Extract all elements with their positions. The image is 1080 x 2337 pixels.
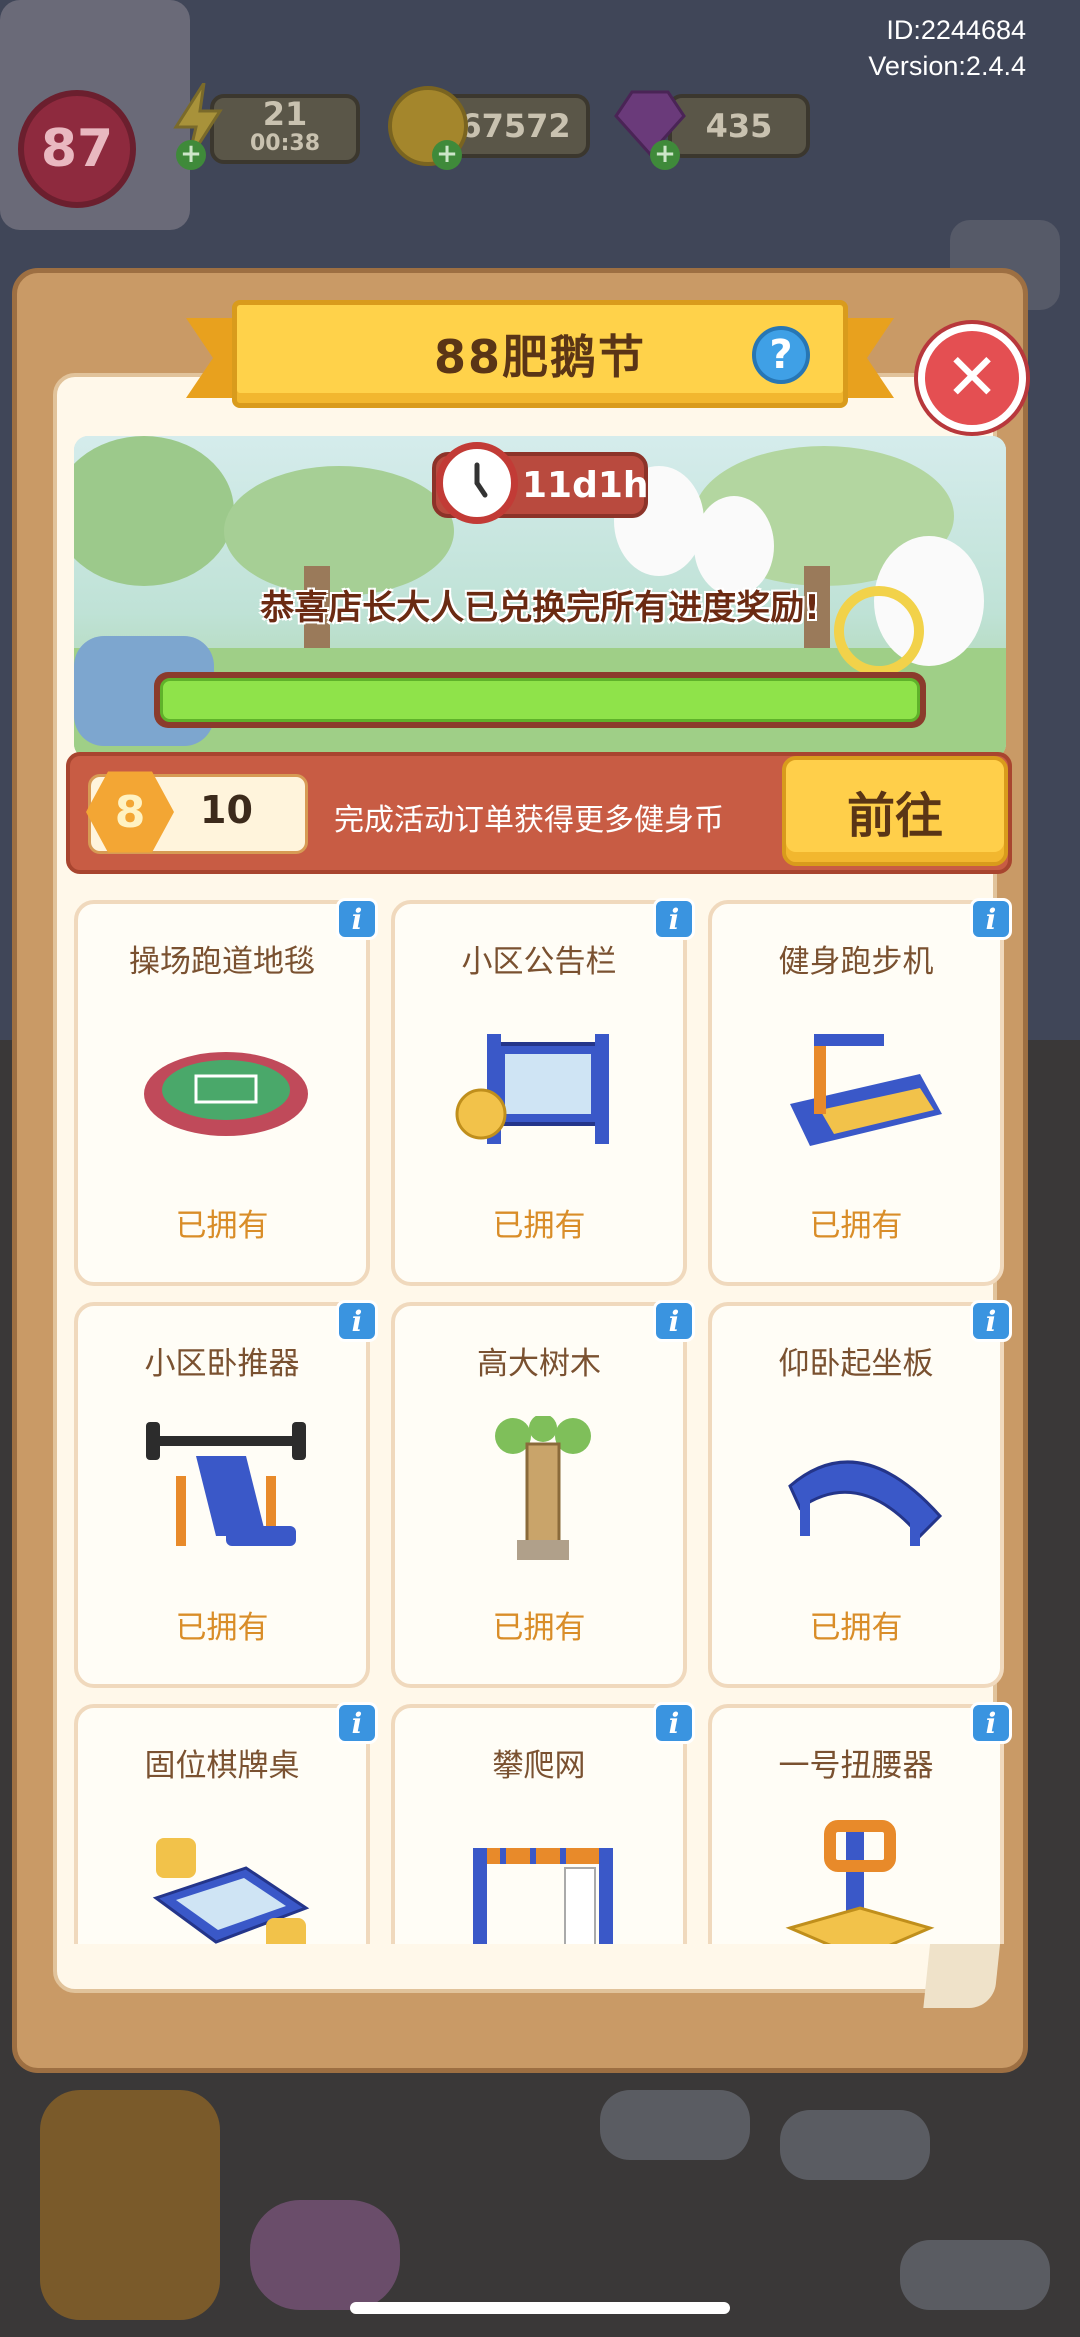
info-icon[interactable]: i: [653, 1300, 695, 1342]
order-description: 完成活动订单获得更多健身币: [334, 803, 724, 838]
clock-icon: [436, 442, 518, 524]
level-badge[interactable]: 87: [18, 90, 136, 208]
situp-board-icon: [770, 1416, 950, 1566]
info-icon[interactable]: i: [653, 898, 695, 940]
info-icon[interactable]: i: [336, 898, 378, 940]
tall-tree-icon: [453, 1414, 633, 1566]
info-icon[interactable]: i: [970, 1300, 1012, 1342]
close-icon: ✕: [945, 341, 999, 415]
item-name: 小区公告栏: [461, 944, 617, 980]
add-energy-icon[interactable]: +: [176, 140, 206, 170]
owned-status: 已拥有: [175, 1610, 269, 1646]
add-gems-icon[interactable]: +: [650, 140, 680, 170]
gem-counter[interactable]: 435: [668, 94, 810, 158]
bulletin-board-icon: [453, 1014, 633, 1164]
home-indicator[interactable]: [350, 2302, 730, 2314]
progress-bar: [154, 672, 926, 728]
item-name: 健身跑步机: [778, 944, 934, 980]
reward-card[interactable]: 健身跑步机 已拥有 i: [708, 898, 1012, 1286]
help-icon[interactable]: ?: [752, 326, 810, 384]
climbing-net-icon: [453, 1818, 633, 1944]
scene-decoration: [250, 2200, 400, 2310]
item-name: 高大树木: [477, 1346, 601, 1382]
scene-floor-tile: [900, 2240, 1050, 2310]
item-name: 操场跑道地毯: [129, 944, 315, 980]
info-icon[interactable]: i: [653, 1702, 695, 1744]
page-curl-decoration: [923, 1938, 1001, 2008]
owned-status: 已拥有: [492, 1610, 586, 1646]
scene-floor-tile: [780, 2110, 930, 2180]
energy-counter[interactable]: 21 00:38: [210, 94, 360, 164]
reward-card[interactable]: 高大树木 已拥有 i: [391, 1300, 695, 1688]
reward-card[interactable]: 固位棋牌桌 i: [74, 1702, 378, 1944]
energy-timer: 00:38: [249, 131, 321, 156]
close-button[interactable]: ✕: [918, 324, 1026, 432]
reward-card[interactable]: 小区卧推器 已拥有 i: [74, 1300, 378, 1688]
reward-card[interactable]: 小区公告栏 已拥有 i: [391, 898, 695, 1286]
owned-status: 已拥有: [809, 1208, 903, 1244]
event-title: 88肥鹅节: [433, 330, 646, 384]
player-id: ID:2244684: [886, 15, 1026, 45]
running-track-icon: [136, 1014, 316, 1164]
energy-value: 21: [262, 95, 308, 133]
owned-status: 已拥有: [809, 1610, 903, 1646]
chess-table-icon: [136, 1818, 316, 1944]
reward-card[interactable]: 攀爬网 i: [391, 1702, 695, 1944]
version-label: Version:2.4.4: [868, 51, 1026, 81]
owned-status: 已拥有: [492, 1208, 586, 1244]
timer-text: 11d1h: [522, 464, 649, 506]
banner-tree: [224, 466, 454, 596]
go-button[interactable]: 前往: [782, 756, 1008, 866]
reward-card[interactable]: 一号扭腰器 i: [708, 1702, 1012, 1944]
info-icon[interactable]: i: [970, 1702, 1012, 1744]
item-name: 固位棋牌桌: [144, 1748, 300, 1784]
info-icon[interactable]: i: [336, 1300, 378, 1342]
scene-energy-sign: [40, 2090, 220, 2320]
add-coins-icon[interactable]: +: [432, 140, 462, 170]
item-name: 小区卧推器: [144, 1346, 300, 1382]
gem-value: 435: [705, 107, 773, 145]
bench-press-icon: [136, 1416, 316, 1566]
treadmill-icon: [770, 1014, 950, 1164]
progress-fill: [160, 678, 920, 722]
info-icon[interactable]: i: [336, 1702, 378, 1744]
owned-status: 已拥有: [175, 1208, 269, 1244]
completion-message: 恭喜店长大人已兑换完所有进度奖励!: [260, 588, 820, 628]
reward-card[interactable]: 仰卧起坐板 已拥有 i: [708, 1300, 1012, 1688]
item-name: 一号扭腰器: [778, 1748, 934, 1784]
item-name: 仰卧起坐板: [778, 1346, 934, 1382]
item-name: 攀爬网: [492, 1748, 586, 1784]
waist-twister-icon: [770, 1818, 950, 1944]
build-info: ID:2244684 Version:2.4.4: [868, 12, 1026, 84]
reward-grid[interactable]: 操场跑道地毯 已拥有 i 小区公告栏 已拥有 i 健身跑步机 已拥有 i 小区卧…: [60, 892, 1020, 1944]
info-icon[interactable]: i: [970, 898, 1012, 940]
fitness-coin-count: 10: [200, 788, 253, 832]
reward-card[interactable]: 操场跑道地毯 已拥有 i: [74, 898, 378, 1286]
scene-floor-tile: [600, 2090, 750, 2160]
coin-value: 67572: [459, 107, 571, 145]
